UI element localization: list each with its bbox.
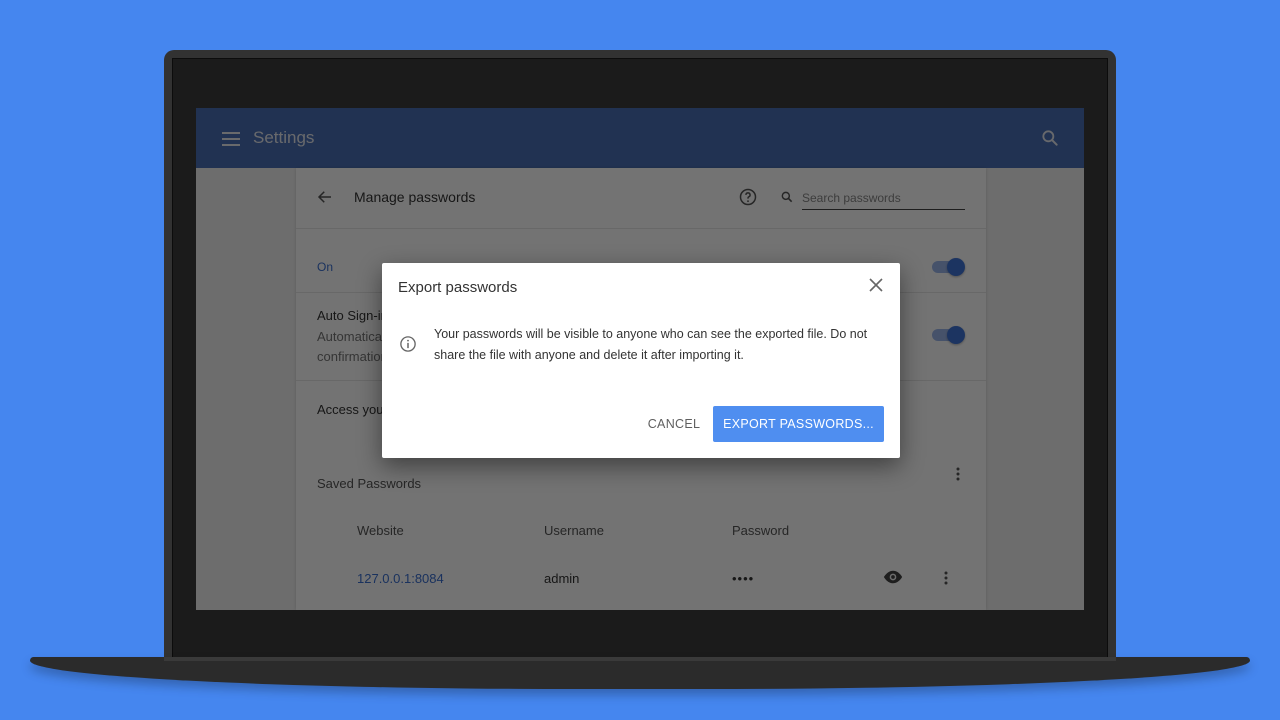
info-icon: [400, 336, 416, 352]
screen: Settings Manage passwords On: [196, 108, 1084, 610]
dialog-title: Export passwords: [398, 279, 518, 296]
export-passwords-dialog: Export passwords Your passwords will be …: [382, 263, 900, 458]
close-icon[interactable]: [868, 277, 884, 293]
laptop-base: [30, 657, 1250, 689]
export-passwords-button[interactable]: EXPORT PASSWORDS...: [713, 406, 884, 442]
cancel-button[interactable]: CANCEL: [640, 406, 708, 442]
dialog-message: Your passwords will be visible to anyone…: [434, 327, 868, 362]
laptop-hinge: [164, 657, 1116, 661]
